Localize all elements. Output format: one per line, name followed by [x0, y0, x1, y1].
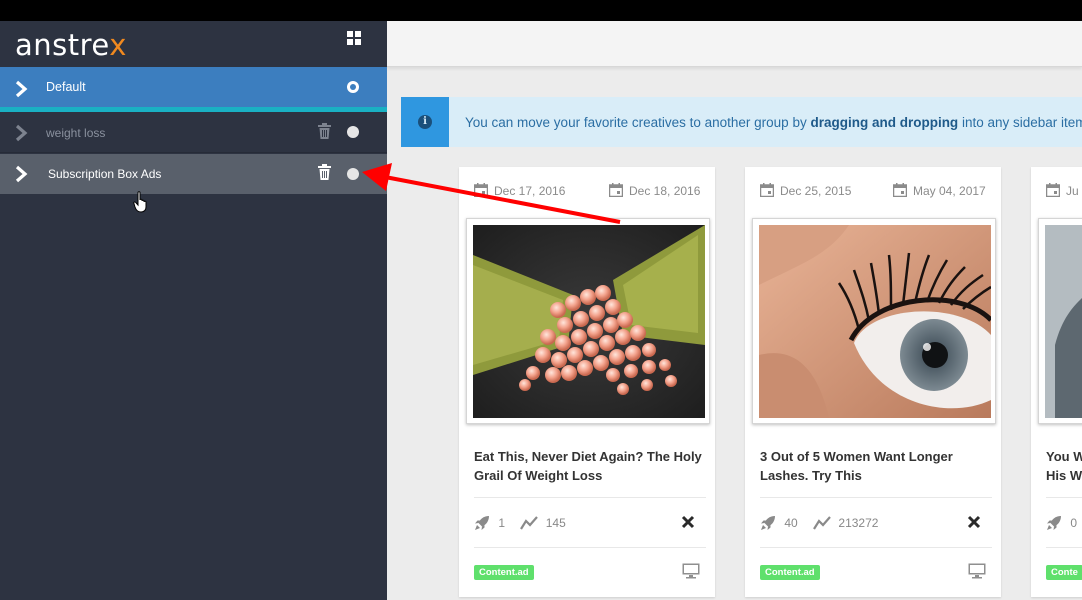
ad-creative-image[interactable] [466, 218, 710, 424]
ad-stats: 0 [1046, 515, 1082, 531]
trend-icon [520, 516, 539, 530]
first-seen-date: Dec 25, 2015 [760, 183, 851, 198]
last-seen-date: Dec 18, 2016 [609, 183, 700, 198]
sidebar-header: anstrex [0, 21, 387, 67]
sidebar-group-label: Subscription Box Ads [48, 167, 162, 181]
last-seen-date: May 04, 2017 [893, 183, 986, 198]
trend-icon [813, 516, 831, 530]
rocket-icon [761, 516, 775, 530]
main-header-bar [387, 21, 1082, 67]
group-select-radio[interactable] [347, 81, 359, 93]
sidebar: anstrex Default weight loss Subscription… [0, 21, 387, 600]
first-seen-date: Dec 17, 2016 [474, 183, 565, 198]
rocket-icon [475, 516, 489, 530]
ad-title[interactable]: Eat This, Never Diet Again? The Holy Gra… [474, 447, 706, 485]
close-icon[interactable] [681, 515, 695, 529]
network-badge: Content.ad [474, 565, 534, 580]
ad-stats: 1 145 [474, 515, 566, 531]
desktop-icon [968, 563, 986, 579]
desktop-icon [682, 563, 700, 579]
grid-view-icon[interactable] [347, 31, 361, 45]
close-icon[interactable] [967, 515, 981, 529]
ad-card[interactable]: Dec 17, 2016 Dec 18, 2016 Eat This, Neve… [459, 167, 715, 597]
ad-title[interactable]: You W His W [1046, 447, 1082, 485]
network-badge: Conte [1046, 565, 1082, 580]
rocket-count: 0 [1070, 516, 1078, 530]
info-alert: i You can move your favorite creatives t… [401, 97, 1082, 147]
ad-card[interactable]: Dec 25, 2015 May 04, 2017 3 Out of 5 Wom… [745, 167, 1001, 597]
info-icon: i [418, 115, 432, 129]
chevron-right-icon [15, 124, 28, 142]
trash-icon[interactable] [318, 164, 331, 180]
ad-creative-image[interactable] [1038, 218, 1082, 424]
sidebar-group-label: Default [46, 80, 86, 94]
calendar-icon [474, 183, 488, 197]
info-alert-text: You can move your favorite creatives to … [465, 115, 1082, 130]
chevron-right-icon [15, 165, 28, 183]
sidebar-group-default[interactable]: Default [0, 67, 387, 112]
main-content: i You can move your favorite creatives t… [387, 21, 1082, 600]
ad-stats: 40 213272 [760, 515, 878, 531]
trash-icon[interactable] [318, 123, 331, 139]
trend-count: 213272 [838, 516, 879, 530]
group-select-radio[interactable] [347, 126, 359, 138]
window-top-bar [0, 0, 1082, 21]
ad-card[interactable]: Ju You W His W 0 Conte [1031, 167, 1082, 597]
calendar-icon [893, 183, 907, 197]
calendar-icon [760, 183, 774, 197]
calendar-icon [609, 183, 623, 197]
chevron-right-icon [15, 80, 28, 98]
rocket-count: 1 [498, 516, 506, 530]
sidebar-group-label: weight loss [46, 126, 106, 140]
ad-creative-image[interactable] [752, 218, 996, 424]
network-badge: Content.ad [760, 565, 820, 580]
group-select-radio[interactable] [347, 168, 359, 180]
anstrex-logo[interactable]: anstrex [15, 28, 127, 62]
rocket-icon [1047, 516, 1061, 530]
calendar-icon [1046, 183, 1060, 197]
sidebar-group-subscription-box-ads[interactable]: Subscription Box Ads [0, 154, 387, 194]
ad-title[interactable]: 3 Out of 5 Women Want Longer Lashes. Try… [760, 447, 992, 485]
hand-cursor-icon [133, 191, 147, 213]
sidebar-group-weight-loss[interactable]: weight loss [0, 112, 387, 153]
trend-count: 145 [545, 516, 566, 530]
first-seen-date: Ju [1046, 183, 1079, 198]
rocket-count: 40 [784, 516, 798, 530]
